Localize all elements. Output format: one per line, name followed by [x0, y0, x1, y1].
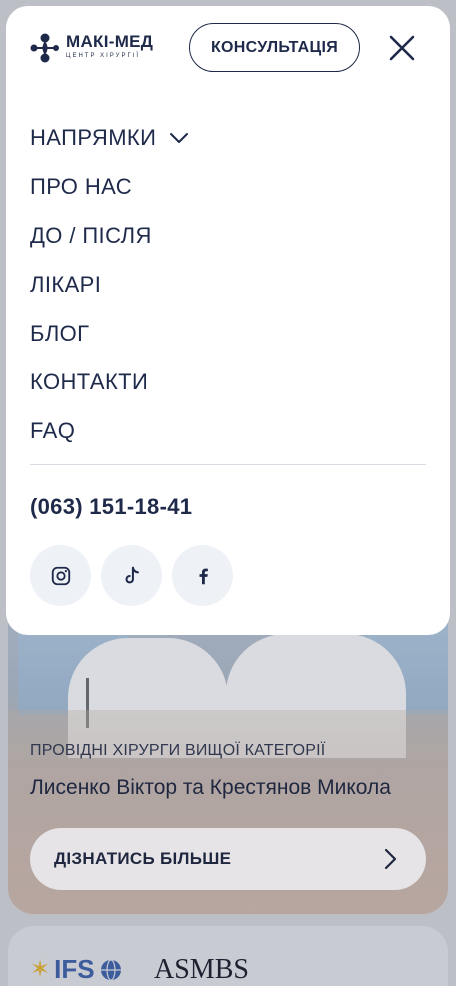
hero-eyebrow: ПРОВІДНІ ХІРУРГИ ВИЩОЇ КАТЕГОРІЇ [30, 742, 326, 759]
learn-more-button[interactable]: ДІЗНАТИСЬ БІЛЬШЕ [30, 828, 426, 890]
phone-link[interactable]: (063) 151-18-41 [30, 494, 192, 520]
chevron-down-icon [170, 133, 189, 144]
nav-item-blog[interactable]: БЛОГ [30, 309, 190, 358]
mobile-menu: МАКІ-МЕД ЦЕНТР ХІРУРГІЇ КОНСУЛЬТАЦІЯ НАП… [6, 6, 450, 635]
logo-name: МАКІ-МЕД [66, 32, 154, 51]
ifso-figure-icon: ✶ [30, 956, 51, 983]
logo-subtitle: ЦЕНТР ХІРУРГІЇ [66, 53, 141, 59]
instagram-button[interactable] [30, 545, 91, 606]
asmbs-logo: ASMBS [154, 954, 249, 985]
partners-strip: ✶ IFS ASMBS [8, 926, 448, 986]
globe-icon [100, 958, 121, 981]
nav-item-before-after[interactable]: ДО / ПІСЛЯ [30, 212, 190, 261]
nav-item-directions[interactable]: НАПРЯМКИ [30, 114, 190, 163]
nav-item-doctors[interactable]: ЛІКАРІ [30, 260, 190, 309]
site-logo[interactable]: МАКІ-МЕД ЦЕНТР ХІРУРГІЇ [30, 32, 153, 64]
learn-more-label: ДІЗНАТИСЬ БІЛЬШЕ [54, 849, 232, 868]
logo-mark-icon [30, 33, 59, 63]
nav-item-about[interactable]: ПРО НАС [30, 163, 190, 212]
nav-item-faq[interactable]: FAQ [30, 407, 190, 456]
close-icon[interactable] [386, 32, 418, 64]
main-nav: НАПРЯМКИ ПРО НАС ДО / ПІСЛЯ ЛІКАРІ БЛОГ … [30, 114, 190, 456]
facebook-button[interactable] [172, 545, 233, 606]
nav-item-contacts[interactable]: КОНТАКТИ [30, 358, 190, 407]
instagram-icon [51, 566, 70, 585]
chevron-right-icon [384, 848, 397, 870]
tiktok-button[interactable] [101, 545, 162, 606]
facebook-icon [199, 568, 208, 584]
consultation-button[interactable]: КОНСУЛЬТАЦІЯ [189, 23, 360, 72]
hero-title: Лисенко Віктор та Крестянов Микола [30, 776, 391, 799]
page: ПРОВІДНІ ХІРУРГИ ВИЩОЇ КАТЕГОРІЇ Лисенко… [0, 0, 456, 986]
nav-item-label: НАПРЯМКИ [30, 125, 157, 151]
social-links [30, 545, 233, 606]
tiktok-icon [125, 566, 139, 583]
ifso-logo: ✶ IFS [30, 954, 123, 985]
menu-divider [30, 464, 426, 465]
